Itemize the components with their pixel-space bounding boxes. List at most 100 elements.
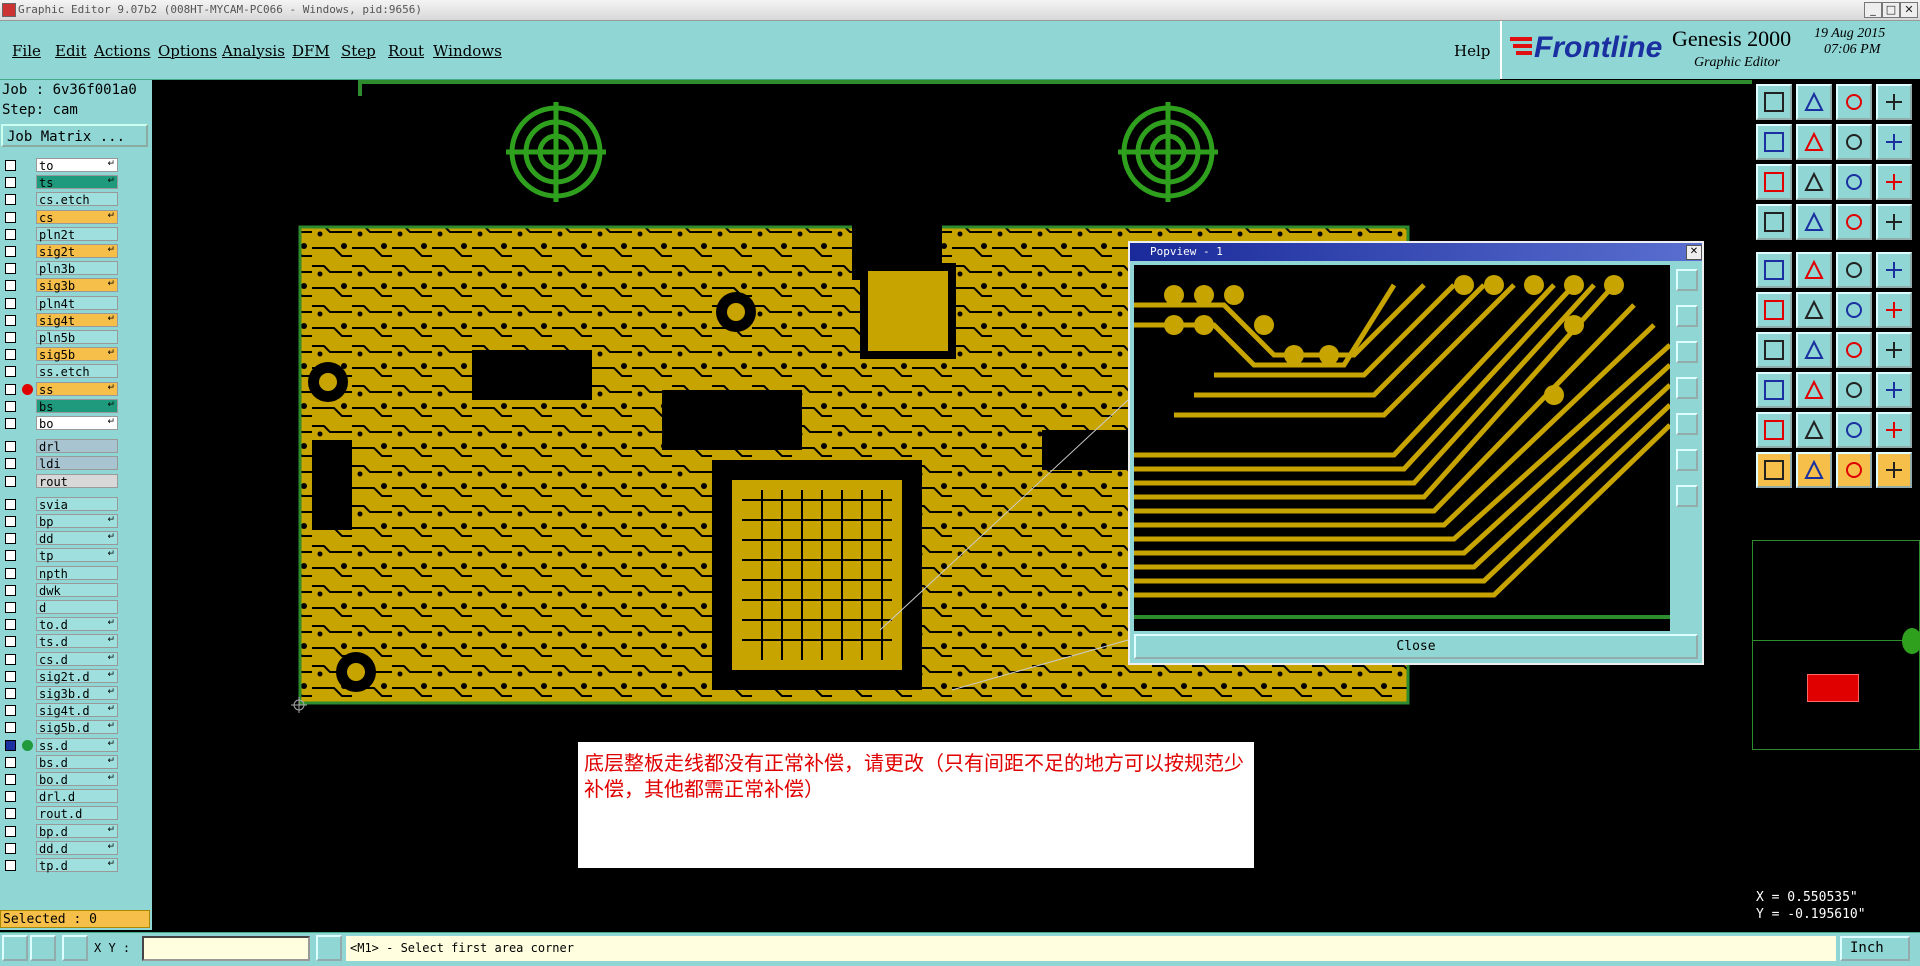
layer-name[interactable]: bs ↵ bbox=[36, 398, 118, 414]
layer-name[interactable]: drl.d bbox=[36, 789, 118, 804]
layer-checkbox[interactable] bbox=[5, 653, 16, 665]
layer-name[interactable]: bo.d ↵ bbox=[36, 772, 118, 787]
layer-row[interactable]: pln2t bbox=[0, 226, 122, 242]
text-icon[interactable] bbox=[1876, 332, 1912, 368]
job-matrix-button[interactable]: Job Matrix ... bbox=[1, 124, 148, 147]
layer-row[interactable]: rout.d bbox=[0, 806, 122, 821]
cross-icon[interactable] bbox=[1796, 292, 1832, 328]
layer-name[interactable]: sig4t ↵ bbox=[36, 312, 118, 328]
layer-checkbox[interactable] bbox=[5, 211, 16, 223]
stack-icon[interactable] bbox=[1876, 124, 1912, 160]
layer-row[interactable]: ss.etch bbox=[0, 364, 122, 379]
layer-row[interactable]: sig2t.d ↵ bbox=[0, 668, 122, 684]
layer-name[interactable]: npth bbox=[36, 565, 118, 581]
layer-name[interactable]: pln4t bbox=[36, 295, 118, 311]
popview-zoom-icon[interactable] bbox=[1676, 269, 1698, 291]
layer-checkbox[interactable] bbox=[5, 670, 16, 682]
layer-checkbox[interactable] bbox=[5, 791, 16, 803]
layer-row[interactable]: sig3b ↵ bbox=[0, 278, 122, 293]
layer-checkbox[interactable] bbox=[5, 458, 16, 470]
minimize-button[interactable]: _ bbox=[1864, 2, 1882, 18]
fill-icon[interactable] bbox=[1756, 252, 1792, 288]
layer-name[interactable]: dd.d ↵ bbox=[36, 840, 118, 856]
layer-name[interactable]: tp ↵ bbox=[36, 548, 118, 563]
layer-checkbox[interactable] bbox=[5, 860, 16, 871]
layer-checkbox[interactable] bbox=[5, 619, 16, 631]
layer-name[interactable]: cs.d ↵ bbox=[36, 651, 118, 667]
layer-row[interactable]: bp.d ↵ bbox=[0, 823, 122, 839]
copy-icon[interactable] bbox=[1876, 372, 1912, 408]
layer-name[interactable]: pln3b bbox=[36, 261, 118, 276]
layer-checkbox[interactable] bbox=[5, 688, 16, 699]
layer-row[interactable]: sig2t ↵ bbox=[0, 244, 122, 259]
popview-close-icon[interactable]: ✕ bbox=[1686, 245, 1702, 260]
layer-checkbox[interactable] bbox=[5, 584, 16, 596]
layer-row[interactable]: drl bbox=[0, 439, 122, 454]
layer-checkbox[interactable] bbox=[5, 383, 16, 395]
zoom-icon[interactable] bbox=[1796, 164, 1832, 200]
layer-name[interactable]: dwk bbox=[36, 582, 118, 598]
layer-name[interactable]: bs.d ↵ bbox=[36, 754, 118, 770]
arc-icon[interactable] bbox=[1836, 332, 1872, 368]
minus-icon[interactable] bbox=[1796, 372, 1832, 408]
line-red-icon[interactable] bbox=[1756, 332, 1792, 368]
layer-checkbox[interactable] bbox=[5, 475, 16, 487]
layer-checkbox[interactable] bbox=[5, 246, 16, 257]
layer-name[interactable]: to.d ↵ bbox=[36, 617, 118, 632]
layer-row[interactable]: pln3b bbox=[0, 261, 122, 276]
layer-checkbox[interactable] bbox=[5, 332, 16, 343]
layer-name[interactable]: to ↵ bbox=[36, 158, 118, 173]
grid-icon[interactable] bbox=[1796, 204, 1832, 240]
maximize-button[interactable]: □ bbox=[1882, 2, 1900, 18]
layer-checkbox[interactable] bbox=[5, 366, 16, 378]
layer-name[interactable]: bp ↵ bbox=[36, 514, 118, 529]
layer-checkbox[interactable] bbox=[5, 418, 16, 429]
layer-name[interactable]: cs.etch bbox=[36, 192, 118, 207]
layer-row[interactable]: drl.d bbox=[0, 789, 122, 804]
layer-name[interactable]: rout.d bbox=[36, 806, 118, 821]
layer-row[interactable]: bo.d ↵ bbox=[0, 772, 122, 787]
layer-row[interactable]: pln5b bbox=[0, 330, 122, 345]
status-grid-icon[interactable] bbox=[62, 935, 88, 961]
layer-checkbox[interactable] bbox=[5, 756, 16, 768]
layer-name[interactable]: ss.etch bbox=[36, 364, 118, 379]
layer-checkbox[interactable] bbox=[5, 400, 16, 412]
popview-window[interactable]: Popview - 1 ✕ Close bbox=[1128, 241, 1704, 665]
layer-row[interactable]: svia bbox=[0, 496, 122, 512]
layer-row[interactable]: bs ↵ bbox=[0, 398, 122, 414]
xy-input[interactable] bbox=[142, 936, 310, 961]
layer-row[interactable]: cs ↵ bbox=[0, 209, 122, 225]
layer-name[interactable]: ss ↵ bbox=[36, 381, 118, 397]
layer-name[interactable]: svia bbox=[36, 496, 118, 512]
layout-icon[interactable] bbox=[1876, 84, 1912, 120]
layer-row[interactable]: sig4t ↵ bbox=[0, 312, 122, 328]
slot-icon[interactable] bbox=[1836, 372, 1872, 408]
layer-name[interactable]: ldi bbox=[36, 456, 118, 471]
popview-home-icon[interactable] bbox=[1676, 305, 1698, 327]
layer-row[interactable]: dd.d ↵ bbox=[0, 840, 122, 856]
layer-row[interactable]: sig5b.d ↵ bbox=[0, 720, 122, 735]
layer-name[interactable]: d bbox=[36, 600, 118, 615]
menu-actions[interactable]: Actions bbox=[94, 42, 150, 60]
layer-name[interactable]: sig4t.d ↵ bbox=[36, 703, 118, 718]
select3-icon[interactable] bbox=[1836, 452, 1872, 488]
units-button[interactable]: Inch bbox=[1840, 936, 1910, 961]
pad-icon[interactable] bbox=[1756, 372, 1792, 408]
popview-right-icon[interactable] bbox=[1676, 413, 1698, 435]
layer-row[interactable]: sig4t.d ↵ bbox=[0, 703, 122, 718]
status-angle-icon[interactable] bbox=[30, 935, 56, 961]
layer-checkbox[interactable] bbox=[5, 533, 16, 545]
menu-dfm[interactable]: DFM bbox=[292, 42, 330, 60]
layer-checkbox[interactable] bbox=[5, 722, 16, 734]
layer-row[interactable]: bo ↵ bbox=[0, 416, 122, 431]
layer-name[interactable]: sig5b ↵ bbox=[36, 347, 118, 362]
tri4-icon[interactable] bbox=[1876, 412, 1912, 448]
popview-left-icon[interactable] bbox=[1676, 377, 1698, 399]
menu-edit[interactable]: Edit bbox=[55, 42, 86, 60]
menu-help[interactable]: Help bbox=[1454, 42, 1490, 60]
layer-row[interactable]: tp.d ↵ bbox=[0, 858, 122, 873]
layer-name[interactable]: sig2t ↵ bbox=[36, 244, 118, 259]
link-icon[interactable] bbox=[1836, 292, 1872, 328]
layer-row[interactable]: d bbox=[0, 600, 122, 615]
overview-viewport-icon[interactable] bbox=[1807, 674, 1859, 702]
